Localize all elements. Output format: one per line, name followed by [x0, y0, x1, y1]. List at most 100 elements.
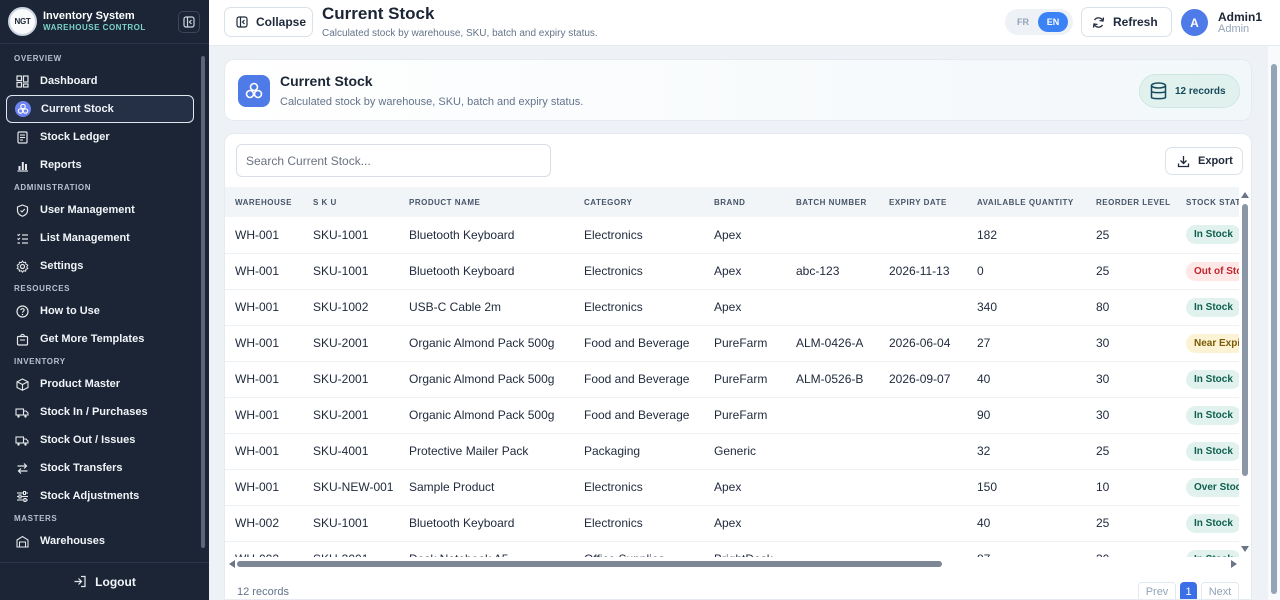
brand-cell: Apex	[704, 217, 786, 254]
stock-status-cell: In Stock	[1176, 541, 1239, 557]
sidebar-item-label: Dashboard	[40, 75, 98, 87]
batch-number-cell	[786, 397, 879, 434]
collapse-button[interactable]: Collapse	[224, 7, 313, 37]
refresh-button[interactable]: Refresh	[1081, 7, 1172, 37]
brand-cell: PureFarm	[704, 325, 786, 362]
table-row[interactable]: WH-001 SKU-1001 Bluetooth Keyboard Electron…	[225, 217, 1239, 254]
logout-button[interactable]: Logout	[0, 562, 209, 600]
column-header[interactable]: BRAND	[704, 187, 786, 217]
sidebar-item-user-management[interactable]: User Management	[6, 196, 194, 224]
table-row[interactable]: WH-001 SKU-NEW-001 Sample Product Electroni…	[225, 469, 1239, 506]
sidebar-item-settings[interactable]: Settings	[6, 252, 194, 280]
page-scrollbar[interactable]	[1268, 46, 1280, 600]
available-quantity-cell: 32	[967, 433, 1086, 470]
sidebar-item-product-master[interactable]: Product Master	[6, 370, 194, 398]
warehouse-cell: WH-002	[225, 541, 303, 557]
sidebar-item-label: Stock Adjustments	[40, 490, 140, 502]
product-name-cell: Organic Almond Pack 500g	[399, 325, 574, 362]
available-quantity-cell: 150	[967, 469, 1086, 506]
batch-number-cell: ALM-0526-B	[786, 361, 879, 398]
page-1-button[interactable]: 1	[1180, 582, 1197, 599]
table-row[interactable]: WH-001 SKU-2001 Organic Almond Pack 500g Fo…	[225, 361, 1239, 398]
batch-number-cell	[786, 433, 879, 470]
sidebar-item-list-management[interactable]: List Management	[6, 224, 194, 252]
search-input[interactable]	[236, 144, 551, 177]
category-cell: Office Supplies	[574, 541, 704, 557]
table-row[interactable]: WH-001 SKU-1002 USB-C Cable 2m Electronics A…	[225, 289, 1239, 326]
section-label-administration: ADMINISTRATION	[14, 183, 92, 192]
sidebar-toggle-icon[interactable]	[178, 11, 200, 33]
warehouse-cell: WH-002	[225, 505, 303, 542]
table-row[interactable]: WH-002SKU-3001Desk Notebook A5Office Sup…	[225, 541, 1239, 557]
warehouse-cell: WH-001	[225, 397, 303, 434]
stock-status-cell: In Stock	[1176, 361, 1239, 398]
column-header[interactable]: REORDER LEVEL	[1086, 187, 1176, 217]
table-row[interactable]: WH-001 SKU-2001 Organic Almond Pack 500g Fo…	[225, 397, 1239, 434]
sidebar-item-stock-adjustments[interactable]: Stock Adjustments	[6, 482, 194, 510]
column-header[interactable]: WAREHOUSE	[225, 187, 303, 217]
stock-status-cell: In Stock	[1176, 505, 1239, 542]
lang-fr-option[interactable]: FR	[1008, 12, 1038, 32]
sidebar-item-label: Stock Ledger	[40, 131, 110, 143]
sku-cell: SKU-NEW-001	[303, 469, 399, 506]
sidebar-item-label: Reports	[40, 159, 82, 171]
user-menu[interactable]: A Admin1 Admin	[1171, 5, 1271, 40]
sidebar-item-reports[interactable]: Reports	[6, 151, 194, 179]
table-row[interactable]: WH-001 SKU-2001 Organic Almond Pack 500g Fo…	[225, 325, 1239, 362]
sidebar-item-stock-out[interactable]: Stock Out / Issues	[6, 426, 194, 454]
sidebar-item-stock-in[interactable]: Stock In / Purchases	[6, 398, 194, 426]
sidebar-item-label: Get More Templates	[40, 333, 145, 345]
column-header[interactable]: EXPIRY DATE	[879, 187, 967, 217]
sidebar-item-warehouses[interactable]: Warehouses	[6, 527, 194, 555]
column-header[interactable]: BATCH NUMBER	[786, 187, 879, 217]
reorder-level-cell: 25	[1086, 505, 1176, 542]
avatar: A	[1181, 9, 1208, 36]
status-badge: Out of Stock	[1186, 261, 1239, 281]
column-header[interactable]: PRODUCT NAME	[399, 187, 574, 217]
table-row[interactable]: WH-001 SKU-1001 Bluetooth Keyboard Electron…	[225, 253, 1239, 290]
sidebar-item-stock-transfers[interactable]: Stock Transfers	[6, 454, 194, 482]
prev-page-button[interactable]: Prev	[1138, 582, 1176, 599]
brand-cell: Apex	[704, 469, 786, 506]
batch-number-cell: ALM-0426-A	[786, 325, 879, 362]
column-header[interactable]: STOCK STATUS	[1176, 187, 1239, 217]
lang-en-option[interactable]: EN	[1038, 12, 1068, 32]
expiry-date-cell	[879, 397, 967, 434]
export-button[interactable]: Export	[1165, 147, 1243, 175]
sidebar-item-label: Stock Out / Issues	[40, 434, 136, 446]
sidebar-item-current-stock[interactable]: Current Stock	[6, 95, 194, 123]
card-title: Current Stock	[280, 73, 373, 89]
sidebar-item-stock-ledger[interactable]: Stock Ledger	[6, 123, 194, 151]
product-name-cell: Bluetooth Keyboard	[399, 217, 574, 254]
column-header[interactable]: AVAILABLE QUANTITY	[967, 187, 1086, 217]
category-cell: Food and Beverage	[574, 361, 704, 398]
sku-cell: SKU-2001	[303, 325, 399, 362]
sidebar-item-label: List Management	[40, 232, 130, 244]
help-icon	[14, 303, 30, 319]
sidebar-item-dashboard[interactable]: Dashboard	[6, 67, 194, 95]
brand-logo: NGT	[8, 7, 37, 36]
sidebar-item-how-to-use[interactable]: How to Use	[6, 297, 194, 325]
records-count: 12 records	[1175, 85, 1226, 97]
status-badge: In Stock	[1186, 225, 1239, 245]
table-row[interactable]: WH-001 SKU-4001 Protective Mailer Pack Pack…	[225, 433, 1239, 470]
warehouse-cell: WH-001	[225, 433, 303, 470]
stock-table-card: Export WAREHOUSE S K U PRODUCT NAME CATE…	[224, 133, 1252, 600]
sidebar-scrollbar[interactable]	[201, 52, 206, 558]
batch-number-cell: abc-123	[786, 253, 879, 290]
table-horizontal-scrollbar[interactable]	[229, 559, 1237, 569]
warehouse-cell: WH-001	[225, 325, 303, 362]
column-header[interactable]: S K U	[303, 187, 399, 217]
table-vertical-scrollbar[interactable]	[1239, 192, 1251, 556]
product-name-cell: Organic Almond Pack 500g	[399, 361, 574, 398]
category-cell: Electronics	[574, 469, 704, 506]
table-row[interactable]: WH-002 SKU-1001 Bluetooth Keyboard Electron…	[225, 505, 1239, 542]
next-page-button[interactable]: Next	[1201, 582, 1239, 599]
language-toggle: FR EN	[1005, 9, 1073, 35]
stock-status-cell: In Stock	[1176, 397, 1239, 434]
brand-subtitle: WAREHOUSE CONTROL	[43, 22, 146, 32]
sidebar-item-get-more-templates[interactable]: Get More Templates	[6, 325, 194, 353]
footer-record-count: 12 records	[237, 586, 289, 598]
sidebar-item-label: Settings	[40, 260, 84, 272]
column-header[interactable]: CATEGORY	[574, 187, 704, 217]
